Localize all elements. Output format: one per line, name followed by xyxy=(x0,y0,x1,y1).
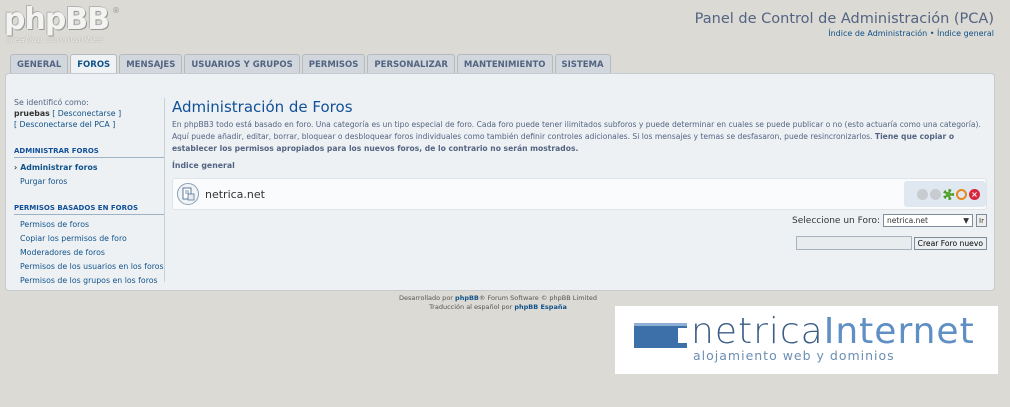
logo-tagline: creating communities xyxy=(6,35,104,44)
banner-brand-part1: netrica xyxy=(691,311,824,352)
sidebar: Se identificó como: pruebas [ Desconecta… xyxy=(14,98,164,285)
phpbb-espana-link[interactable]: phpBB España xyxy=(514,303,566,311)
page-description: En phpBB3 todo está basado en foro. Una … xyxy=(172,119,987,155)
forum-actions: × xyxy=(904,181,986,207)
login-info: pruebas [ Desconectarse ] xyxy=(14,109,164,118)
main-panel: Se identificó como: pruebas [ Desconecta… xyxy=(5,73,995,291)
sidebar-item-copiar-permisos[interactable]: Copiar los permisos de foro xyxy=(14,234,164,243)
delete-icon[interactable]: × xyxy=(969,188,980,200)
content-area: Administración de Foros En phpBB3 todo e… xyxy=(172,98,987,250)
tab-permisos[interactable]: PERMISOS xyxy=(301,54,366,74)
resync-icon[interactable] xyxy=(956,188,967,200)
sidebar-heading-administrar-foros: ADMINISTRAR FOROS xyxy=(14,147,164,158)
select-label: Seleccione un Foro: xyxy=(792,215,880,226)
footer-line-1: Desarrollado por phpBB® Forum Software ©… xyxy=(340,294,656,303)
sidebar-divider xyxy=(164,98,165,282)
forum-folder-icon xyxy=(177,183,199,205)
forum-name-link[interactable]: netrica.net xyxy=(205,188,265,201)
logo-text: phpBB xyxy=(4,2,110,37)
create-forum-button[interactable]: Crear Foro nuevo xyxy=(913,236,987,250)
sidebar-item-moderadores[interactable]: Moderadores de foros xyxy=(14,248,164,257)
forum-select-row: Seleccione un Foro: netrica.net ▼ Ir xyxy=(792,214,987,227)
tab-mensajes[interactable]: MENSAJES xyxy=(119,54,183,74)
move-up-icon[interactable] xyxy=(917,188,928,200)
logout-link[interactable]: [ Desconectarse ] xyxy=(52,109,121,118)
tab-personalizar[interactable]: PERSONALIZAR xyxy=(367,54,455,74)
footer-powered-prefix: Desarrollado por xyxy=(398,294,453,302)
sidebar-item-purgar-foros[interactable]: Purgar foros xyxy=(14,177,164,186)
page-title: Administración de Foros xyxy=(172,98,353,116)
sidebar-item-label: Administrar foros xyxy=(20,163,98,172)
forum-select[interactable]: netrica.net ▼ xyxy=(883,214,973,227)
move-down-icon[interactable] xyxy=(930,188,941,200)
tab-sistema[interactable]: SISTEMA xyxy=(554,54,611,74)
page-header-title: Panel de Control de Administración (PCA) xyxy=(694,11,994,27)
banner-brand: netricaInternet xyxy=(691,312,975,352)
phpbb-link[interactable]: phpBB xyxy=(455,294,479,302)
login-label: Se identificó como: xyxy=(14,98,89,107)
sidebar-item-permisos-usuarios[interactable]: Permisos de los usuarios en los foros xyxy=(14,262,164,271)
tab-foros[interactable]: FOROS xyxy=(70,54,118,75)
footer-translation-prefix: Traducción al español por xyxy=(429,303,513,311)
banner-tagline: alojamiento web y dominios xyxy=(693,348,895,363)
forum-index-link[interactable]: Índice general xyxy=(937,29,994,38)
description-text: En phpBB3 todo está basado en foro. Una … xyxy=(172,120,981,141)
forum-select-value: netrica.net xyxy=(887,216,928,225)
logout-acp-row: [ Desconectarse del PCA ] xyxy=(14,120,164,129)
main-tabs: GENERAL FOROS MENSAJES USUARIOS Y GRUPOS… xyxy=(10,54,611,75)
tab-mantenimiento[interactable]: MANTENIMIENTO xyxy=(456,54,553,74)
edit-icon[interactable] xyxy=(943,188,954,200)
active-bullet-icon: › xyxy=(14,163,18,172)
go-button[interactable]: Ir xyxy=(976,214,987,227)
create-forum-row: Crear Foro nuevo xyxy=(795,236,987,250)
sidebar-item-permisos-grupos[interactable]: Permisos de los grupos en los foros xyxy=(14,276,164,285)
netrica-banner[interactable]: netricaInternet alojamiento web y domini… xyxy=(615,306,998,374)
sidebar-item-permisos-de-foros[interactable]: Permisos de foros xyxy=(14,220,164,229)
username: pruebas xyxy=(14,109,50,118)
header-links: Índice de Administración • Índice genera… xyxy=(828,29,994,38)
footer-powered-suffix: ® Forum Software © phpBB Limited xyxy=(478,294,598,302)
tab-usuarios-y-grupos[interactable]: USUARIOS Y GRUPOS xyxy=(184,54,300,74)
phpbb-logo[interactable]: phpBB ® creating communities xyxy=(4,4,120,46)
acp-index-link[interactable]: Índice de Administración xyxy=(828,29,927,38)
sidebar-item-administrar-foros[interactable]: › Administrar foros xyxy=(14,163,164,172)
logo-registered: ® xyxy=(112,6,120,15)
new-forum-name-input[interactable] xyxy=(795,236,912,250)
footer: Desarrollado por phpBB® Forum Software ©… xyxy=(340,294,656,312)
tab-general[interactable]: GENERAL xyxy=(10,54,69,74)
forum-row: netrica.net × xyxy=(172,178,987,210)
header-link-separator: • xyxy=(929,29,935,38)
chevron-down-icon: ▼ xyxy=(963,216,969,225)
footer-line-2: Traducción al español por phpBB España xyxy=(340,303,656,312)
sidebar-heading-permisos-foros: PERMISOS BASADOS EN FOROS xyxy=(14,204,164,215)
logout-acp-link[interactable]: [ Desconectarse del PCA ] xyxy=(14,120,115,129)
banner-brand-part2: Internet xyxy=(823,311,975,352)
breadcrumb[interactable]: Índice general xyxy=(172,161,987,170)
banner-logo-gap xyxy=(678,328,687,343)
